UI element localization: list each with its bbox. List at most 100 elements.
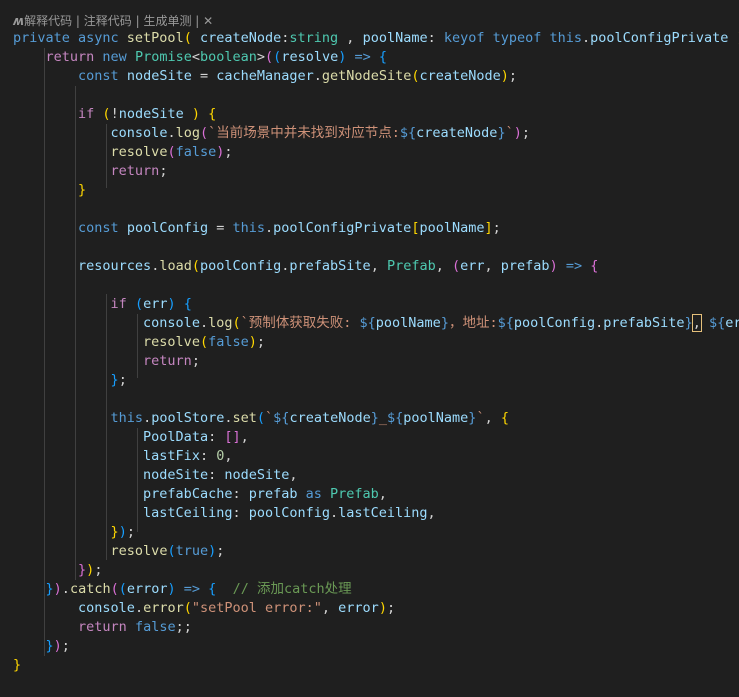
code-line[interactable]: private async setPool( createNode: string… [13, 29, 739, 48]
code-token: ) [167, 296, 184, 312]
code-token: PoolData [143, 429, 209, 445]
code-line[interactable]: const poolConfig = this.poolConfigPrivat… [13, 219, 739, 238]
codelens-comment-button[interactable]: 注释代码 [84, 14, 132, 28]
code-line[interactable]: } [13, 656, 739, 675]
code-token: ( [256, 410, 266, 426]
code-line[interactable]: console.log(`预制体获取失败: ${poolName}，地址:${p… [13, 314, 739, 333]
code-token: lastCeiling [143, 505, 233, 521]
code-token: } [13, 657, 22, 673]
code-token: new [102, 49, 135, 65]
code-token: : [208, 429, 225, 445]
code-token: prefabSite [603, 315, 685, 331]
code-token: return [143, 353, 192, 369]
codelens-close-icon[interactable]: ✕ [203, 14, 213, 28]
codelens-separator: | [191, 14, 204, 28]
code-token: ) [118, 524, 127, 540]
code-line[interactable]: return new Promise<boolean>((resolve) =>… [13, 48, 739, 67]
code-line[interactable]: }); [13, 637, 739, 656]
code-line[interactable]: lastFix: 0, [13, 447, 739, 466]
code-line[interactable] [13, 86, 739, 105]
code-token: } [45, 638, 54, 654]
code-line[interactable]: return false;; [13, 618, 739, 637]
code-line[interactable]: PoolData: [], [13, 428, 739, 447]
code-line[interactable]: resolve(false); [13, 143, 739, 162]
code-token: "setPool error:" [191, 600, 322, 616]
code-token: true [175, 543, 209, 559]
code-line[interactable]: }); [13, 561, 739, 580]
code-token: lastCeiling [338, 505, 428, 521]
code-line[interactable]: resources.load(poolConfig.prefabSite, Pr… [13, 257, 739, 276]
code-line[interactable]: prefabCache: prefab as Prefab, [13, 485, 739, 504]
code-line[interactable]: return; [13, 162, 739, 181]
code-token: ) [513, 125, 522, 141]
code-line[interactable] [13, 390, 739, 409]
code-token: resolve [110, 543, 168, 559]
code-token: ) [167, 581, 176, 597]
code-token: } [684, 315, 693, 331]
code-line[interactable]: } [13, 181, 739, 200]
code-token: prefabCache [143, 486, 233, 502]
code-token: ) [728, 30, 739, 46]
codelens-explain-button[interactable]: 解释代码 [24, 14, 72, 28]
code-token: this [232, 220, 265, 236]
code-line[interactable] [13, 200, 739, 219]
code-line[interactable] [13, 238, 739, 257]
code-line[interactable] [13, 276, 739, 295]
code-token: private async [13, 30, 127, 46]
code-token: : [232, 486, 249, 502]
code-token: const [78, 220, 127, 236]
code-token: resolve [143, 334, 200, 350]
code-line[interactable]: if (err) { [13, 295, 739, 314]
code-token: cacheManager [216, 68, 314, 84]
code-token: createNode [419, 68, 501, 84]
code-token: nodeSite [143, 467, 209, 483]
code-line[interactable]: this.poolStore.set(`${createNode}_${pool… [13, 409, 739, 428]
code-token: } [440, 315, 449, 331]
code-token: ; [492, 220, 501, 236]
code-token: ( [183, 600, 192, 616]
code-token: , [370, 258, 387, 274]
code-line[interactable]: resolve(false); [13, 333, 739, 352]
code-token: ; [126, 524, 135, 540]
code-line[interactable]: nodeSite: nodeSite, [13, 466, 739, 485]
code-line[interactable]: if (!nodeSite ) { [13, 105, 739, 124]
code-token: poolName [403, 410, 469, 426]
code-token: } [78, 182, 87, 198]
codelens-unit-test-button[interactable]: 生成单测 [143, 14, 191, 28]
code-line[interactable]: }).catch((error) => { // 添加catch处理 [13, 580, 739, 599]
code-token: ; [159, 163, 168, 179]
code-token: ; [521, 125, 530, 141]
code-editor[interactable]: private async setPool( createNode:string… [13, 29, 739, 675]
codelens-separator: | [131, 14, 144, 28]
code-line[interactable]: lastCeiling: poolConfig.lastCeiling, [13, 504, 739, 523]
code-token: if [78, 106, 103, 122]
code-line[interactable]: const nodeSite = cacheManager.getNodeSit… [13, 67, 739, 86]
code-token: createNode [416, 125, 498, 141]
code-token: , [338, 30, 363, 46]
code-line[interactable]: }; [13, 371, 739, 390]
code-line[interactable]: resolve(true); [13, 542, 739, 561]
code-token: ` [505, 125, 514, 141]
code-token: this [110, 410, 144, 426]
code-token: set [232, 410, 257, 426]
code-line[interactable]: return; [13, 352, 739, 371]
code-token: createNode [199, 30, 282, 46]
code-token: . [313, 68, 322, 84]
code-token: err [725, 315, 739, 331]
code-line[interactable]: console.log(`当前场景中并未找到对应节点:${createNode}… [13, 124, 739, 143]
code-line[interactable]: console.error("setPool error:", error); [13, 599, 739, 618]
code-token: { [208, 106, 217, 122]
code-token: ( [134, 296, 144, 312]
code-token: ( [199, 334, 209, 350]
code-line[interactable]: }); [13, 523, 739, 542]
code-token: nodeSite [224, 467, 290, 483]
code-token: . [224, 410, 233, 426]
code-token: error [143, 600, 184, 616]
